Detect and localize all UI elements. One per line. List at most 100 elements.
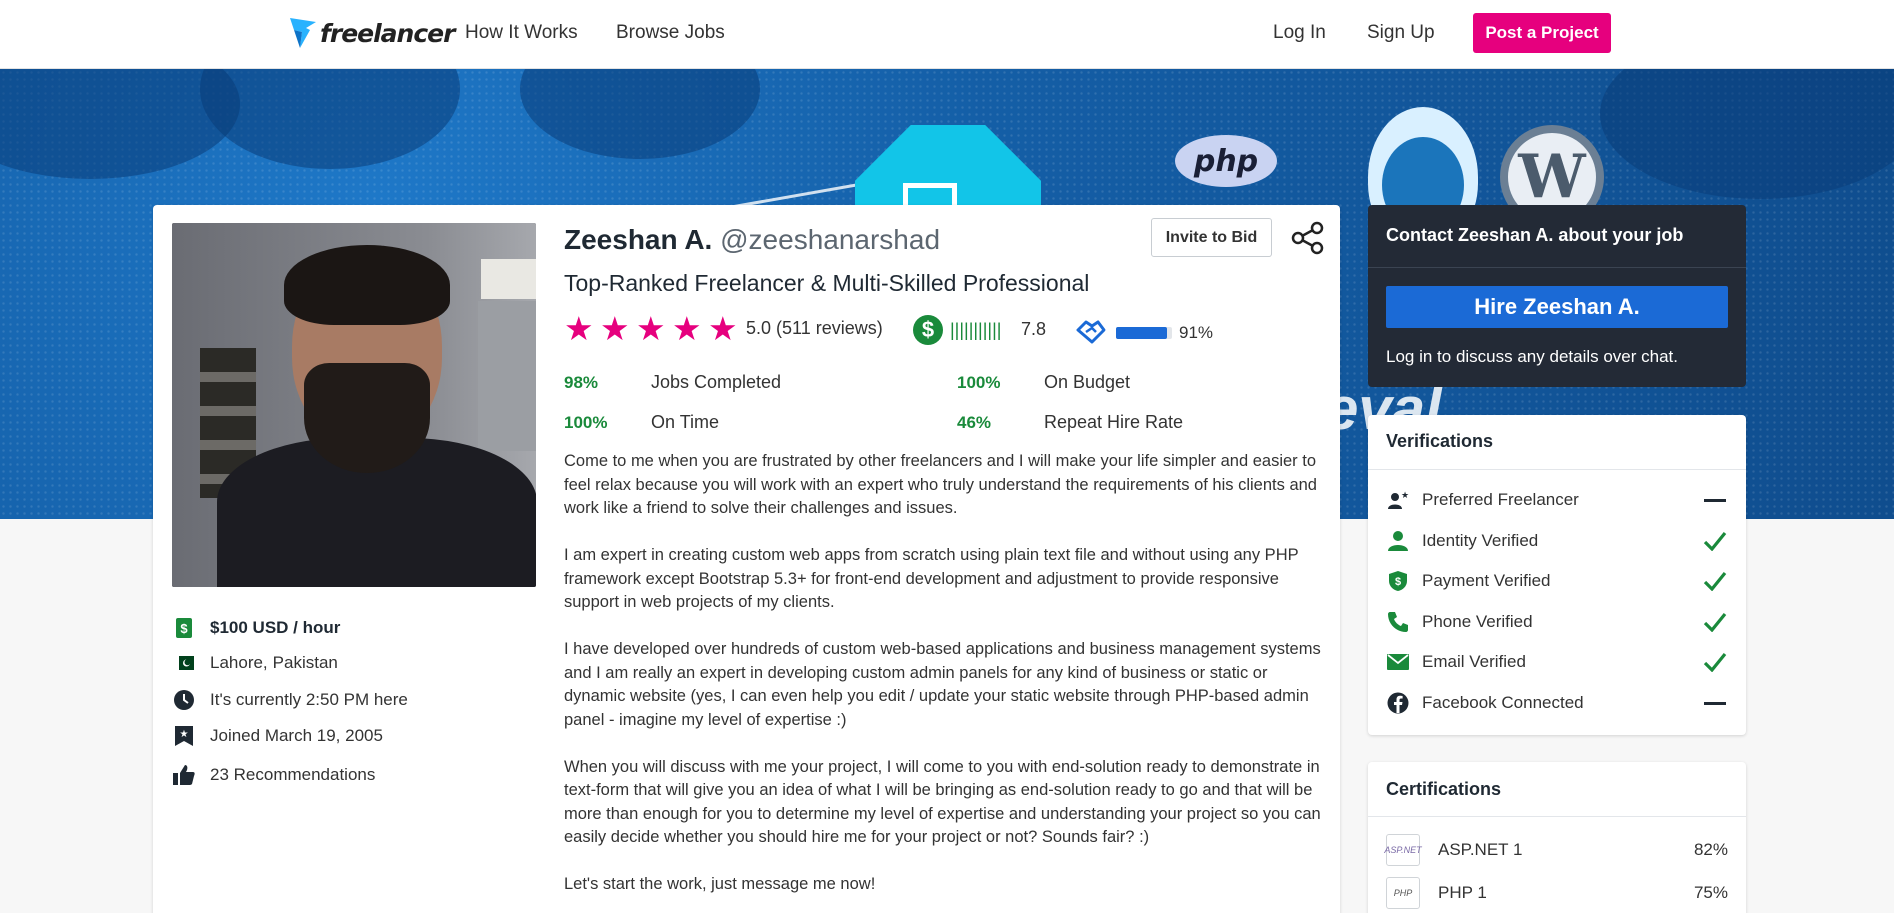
certification-score: 75%	[1693, 883, 1728, 902]
nav-log-in[interactable]: Log In	[1273, 22, 1326, 44]
star-icon: ★	[708, 310, 738, 347]
profile-title: Top-Ranked Freelancer & Multi-Skilled Pr…	[564, 270, 1090, 296]
check-icon	[1702, 610, 1728, 634]
jobs-completed-label: Jobs Completed	[651, 372, 782, 392]
wordpress-logo-text: W	[1518, 142, 1586, 212]
freelancer-bird-icon	[290, 18, 316, 48]
nav-sign-up[interactable]: Sign Up	[1367, 22, 1435, 44]
description-paragraph: I have developed over hundreds of custom…	[564, 640, 1321, 729]
rehire-progress-bar	[1116, 327, 1172, 339]
verification-row: Identity Verified	[1386, 527, 1728, 555]
not-verified-dash-icon	[1702, 488, 1728, 512]
photo-beard	[304, 363, 430, 473]
verification-label: Identity Verified	[1422, 531, 1539, 550]
php-logo: php	[1175, 135, 1277, 187]
share-icon[interactable]	[1291, 221, 1325, 255]
rehire-progress-fill	[1116, 327, 1167, 339]
dollar-bill-icon: $	[172, 616, 196, 640]
recommendations: 23 Recommendations	[172, 763, 375, 787]
location: Lahore, Pakistan	[172, 651, 338, 675]
aspnet-badge-icon: ASP.NET	[1384, 834, 1422, 866]
description-paragraph: Come to me when you are frustrated by ot…	[564, 452, 1317, 517]
description-paragraph: When you will discuss with me your proje…	[564, 757, 1321, 847]
facebook-icon	[1386, 691, 1410, 715]
invite-to-bid-button[interactable]: Invite to Bid	[1151, 218, 1272, 257]
hourly-rate-text: $100 USD / hour	[210, 618, 341, 637]
earnings-score: 7.8	[1021, 319, 1047, 339]
svg-text:$: $	[1395, 576, 1401, 588]
svg-text:★: ★	[1401, 491, 1409, 501]
verification-row: $ Payment Verified	[1386, 567, 1728, 595]
phone-icon	[1386, 610, 1410, 634]
verification-label: Facebook Connected	[1422, 693, 1584, 712]
photo-hair	[284, 245, 450, 325]
profile-description: Come to me when you are frustrated by ot…	[564, 450, 1324, 913]
rating-stars: ★ ★ ★ ★ ★	[564, 310, 739, 347]
profile-display-name: Zeeshan A.	[564, 224, 713, 255]
nav-browse-jobs[interactable]: Browse Jobs	[616, 22, 725, 44]
star-icon: ★	[672, 310, 702, 347]
local-time: It's currently 2:50 PM here	[172, 688, 408, 712]
location-country-link[interactable]: Pakistan	[273, 653, 338, 673]
preferred-freelancer-icon: ★	[1386, 488, 1410, 512]
verification-label: Payment Verified	[1422, 571, 1551, 590]
certification-row[interactable]: ASP.NET ASP.NET 1 82%	[1384, 833, 1728, 867]
profile-name: Zeeshan A. @zeeshanarshad	[564, 224, 940, 256]
hire-button[interactable]: Hire Zeeshan A.	[1386, 286, 1728, 328]
location-city: Lahore,	[210, 653, 268, 672]
rehire-percent: 91%	[1179, 323, 1214, 342]
nav-how-it-works[interactable]: How It Works	[465, 22, 578, 44]
post-project-button[interactable]: Post a Project	[1473, 13, 1611, 53]
clock-icon	[172, 688, 196, 712]
divider	[1368, 469, 1746, 470]
php-badge-icon: PHP	[1386, 877, 1420, 909]
local-time-text: It's currently 2:50 PM here	[210, 690, 408, 709]
repeat-hire-label: Repeat Hire Rate	[1044, 412, 1184, 432]
verifications-panel: Verifications ★ Preferred Freelancer Ide…	[1368, 415, 1746, 735]
recommendations-text: 23 Recommendations	[210, 765, 376, 784]
php-logo-text: php	[1193, 143, 1259, 179]
calendar-badge-icon: ★	[172, 724, 196, 748]
top-nav: freelancer How It Works Browse Jobs Log …	[0, 0, 1894, 69]
on-time-label: On Time	[651, 412, 720, 432]
divider	[1368, 816, 1746, 817]
verification-row: Facebook Connected	[1386, 689, 1728, 717]
contact-title: Contact Zeeshan A. about your job	[1386, 225, 1684, 245]
freelancer-logo[interactable]: freelancer	[288, 14, 455, 52]
profile-handle: @zeeshanarshad	[720, 224, 941, 255]
certification-label: PHP 1	[1438, 883, 1487, 902]
description-paragraph: Let's start the work, just message me no…	[564, 875, 876, 893]
certification-row[interactable]: PHP PHP 1 75%	[1386, 876, 1728, 910]
repeat-hire-percent: 46%	[957, 413, 992, 432]
check-icon	[1702, 650, 1728, 674]
check-icon	[1702, 529, 1728, 553]
star-icon: ★	[600, 310, 630, 347]
certifications-panel: Certifications ASP.NET ASP.NET 1 82% PHP…	[1368, 762, 1746, 913]
photo-shade	[478, 301, 536, 451]
verification-label: Phone Verified	[1422, 612, 1533, 631]
jobs-completed-percent: 98%	[564, 373, 599, 392]
shield-dollar-icon: $	[1386, 569, 1410, 593]
on-budget-percent: 100%	[957, 373, 1001, 392]
divider	[1368, 267, 1746, 268]
check-icon	[1702, 569, 1728, 593]
star-icon: ★	[564, 310, 594, 347]
pakistan-flag-icon	[172, 651, 196, 675]
person-icon	[1386, 529, 1410, 553]
svg-text:$: $	[180, 621, 188, 636]
verifications-title: Verifications	[1386, 431, 1494, 451]
verification-row: ★ Preferred Freelancer	[1386, 486, 1728, 514]
earnings-dollar-icon: $	[913, 315, 943, 345]
on-budget-label: On Budget	[1044, 372, 1131, 392]
verification-label: Email Verified	[1422, 652, 1526, 671]
verification-row: Phone Verified	[1386, 608, 1728, 636]
photo-ac	[481, 259, 536, 299]
certification-label: ASP.NET 1	[1438, 840, 1523, 859]
not-verified-dash-icon	[1702, 691, 1728, 715]
rating-text: 5.0 (511 reviews)	[746, 318, 883, 338]
thumbs-up-icon	[172, 763, 196, 787]
hourly-rate: $ $100 USD / hour	[172, 616, 340, 640]
on-time-percent: 100%	[564, 413, 608, 432]
certifications-title: Certifications	[1386, 779, 1502, 799]
description-paragraph: I am expert in creating custom web apps …	[564, 546, 1299, 611]
